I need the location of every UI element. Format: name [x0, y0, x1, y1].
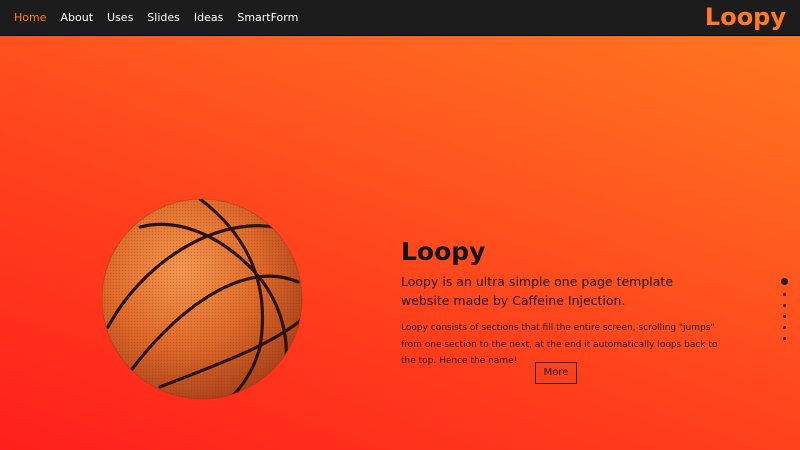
hero-subtitle: Loopy is an ultra simple one page templa…	[401, 274, 674, 308]
pager-dot-2[interactable]	[782, 293, 786, 296]
hero-content: Loopy Loopy is an ultra simple one page …	[401, 236, 721, 370]
basketball-image	[100, 197, 304, 401]
page: Home About Uses Slides Ideas SmartForm L…	[0, 0, 800, 450]
main-nav: Home About Uses Slides Ideas SmartForm	[14, 0, 312, 35]
pager-dot-1[interactable]	[780, 278, 788, 285]
nav-item-uses[interactable]: Uses	[107, 11, 133, 24]
basketball-icon	[101, 198, 303, 400]
nav-item-ideas[interactable]: Ideas	[194, 11, 223, 24]
top-navbar: Home About Uses Slides Ideas SmartForm L…	[0, 0, 800, 36]
nav-item-slides[interactable]: Slides	[147, 11, 180, 24]
nav-item-smartform[interactable]: SmartForm	[237, 11, 298, 24]
pager-dot-6[interactable]	[782, 337, 786, 340]
pager-dot-4[interactable]	[782, 315, 786, 318]
more-button[interactable]: More	[535, 362, 577, 384]
pager-dot-5[interactable]	[782, 326, 786, 329]
section-pager	[779, 278, 789, 348]
hero-title: Loopy	[401, 237, 486, 266]
nav-item-home[interactable]: Home	[14, 11, 46, 24]
pager-dot-3[interactable]	[782, 304, 786, 307]
brand-logo[interactable]: Loopy	[705, 3, 786, 31]
nav-item-about[interactable]: About	[60, 11, 93, 24]
